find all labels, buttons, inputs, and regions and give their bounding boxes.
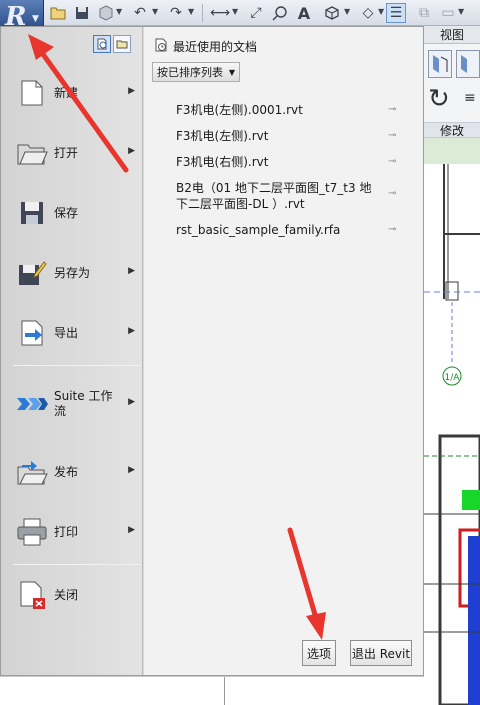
menu-item-publish[interactable]: 发布 ▶ [9,448,141,496]
application-menu: 新建 ▶ 打开 ▶ 保存 另存为 ▶ 导出 ▶ Suite 工作流 ▶ 发布 ▶… [0,26,424,676]
thin-lines-icon[interactable]: ☰ [386,3,406,23]
3d-view-icon[interactable] [322,3,342,23]
menu-item-open[interactable]: 打开 ▶ [9,129,141,177]
export-icon [15,316,49,350]
sync-icon[interactable] [96,3,116,23]
menu-item-close[interactable]: 关闭 [9,571,141,619]
menu-item-print[interactable]: 打印 ▶ [9,508,141,556]
sort-order-value: 按已排序列表 [157,66,223,79]
menu-item-label: 打开 [54,145,79,160]
submenu-arrow-icon: ▶ [128,465,135,475]
tab-view[interactable]: 视图 [424,26,480,44]
status-area [0,676,424,705]
view-divider [224,677,225,705]
ribbon-panel: 视图 ↻ ≡ 修改 [424,26,480,164]
floor-plan-drawing: 1/A [424,164,480,705]
menu-item-label: 另存为 [54,265,91,280]
pin-icon[interactable]: ⊸ [388,104,396,115]
pin-icon[interactable]: ⊸ [388,156,396,167]
open-folder-icon [15,136,49,170]
menu-item-label: 打印 [54,524,79,539]
drawing-canvas[interactable]: 1/A [424,164,480,705]
save-disk-icon [15,196,49,230]
menu-divider [13,564,141,565]
submenu-arrow-icon: ▶ [128,397,135,407]
text-icon[interactable]: A [294,3,314,23]
pin-icon[interactable]: ⊸ [388,224,396,235]
menu-item-save[interactable]: 保存 [9,189,141,237]
open-icon[interactable] [48,3,68,23]
pin-icon[interactable]: ⊸ [388,188,396,199]
align-icon[interactable]: ≡ [464,90,476,106]
undo-icon[interactable]: ↶ [130,3,150,23]
grid-bubble-label: 1/A [445,373,461,383]
section-icon[interactable]: ◇ [358,3,378,23]
recent-documents-icon [154,38,168,55]
rotate-icon[interactable]: ↻ [428,84,450,114]
menu-item-label: Suite 工作流 [54,389,113,418]
save-as-icon [15,256,49,290]
recent-document-item[interactable]: rst_basic_sample_family.rfa [176,222,406,238]
options-bar [424,138,480,164]
menu-item-label: 关闭 [54,587,79,602]
recent-documents-header: 最近使用的文档 [154,38,257,55]
submenu-arrow-icon: ▶ [128,525,135,535]
submenu-arrow-icon: ▶ [128,326,135,336]
recent-view-toggle [93,35,131,53]
undo-dropdown-icon[interactable]: ▼ [152,7,158,16]
suite-workflow-icon [15,387,49,421]
tag-icon[interactable] [270,3,290,23]
menu-item-label: 导出 [54,325,79,340]
close-hidden-windows-icon[interactable]: ⧉ [414,3,434,23]
switch-windows-dropdown-icon[interactable]: ▼ [458,7,464,16]
quick-access-toolbar: ▼ ↶ ▼ ↷ ▼ ⟷ ▼ ⤢ A ▼ ◇ ▼ ☰ ⧉ ▭ ▼ [0,0,480,26]
save-icon[interactable] [72,3,92,23]
menu-item-label: 新建 [54,85,79,100]
options-button[interactable]: 选项 [302,640,336,666]
redo-dropdown-icon[interactable]: ▼ [188,7,194,16]
dimension-icon[interactable]: ⤢ [246,3,266,23]
switch-windows-icon[interactable]: ▭ [438,3,458,23]
measure-icon[interactable]: ⟷ [210,3,230,23]
recent-documents-title: 最近使用的文档 [173,40,258,54]
3d-view-dropdown-icon[interactable]: ▼ [344,7,350,16]
menu-item-label: 发布 [54,464,79,479]
chevron-down-icon: ▼ [228,68,235,77]
print-icon [15,515,49,549]
menu-item-new[interactable]: 新建 ▶ [9,69,141,117]
publish-icon [15,455,49,489]
submenu-arrow-icon: ▶ [128,86,135,96]
measure-dropdown-icon[interactable]: ▼ [232,7,238,16]
menu-item-export[interactable]: 导出 ▶ [9,309,141,357]
submenu-arrow-icon: ▶ [128,146,135,156]
recent-document-item[interactable]: F3机电(左侧).0001.rvt [176,102,406,118]
sort-order-dropdown[interactable]: 按已排序列表 ▼ [152,62,240,82]
toolbar-divider [202,4,203,22]
menu-item-suite-workflow[interactable]: Suite 工作流 ▶ [9,380,141,428]
sync-dropdown-icon[interactable]: ▼ [116,7,122,16]
modify-tool-icon[interactable] [428,50,452,78]
menu-item-save-as[interactable]: 另存为 ▶ [9,249,141,297]
recent-document-item[interactable]: F3机电(右侧).rvt [176,154,406,170]
redo-icon[interactable]: ↷ [166,3,186,23]
chevron-down-icon: ▼ [32,14,39,24]
panel-modify-label: 修改 [424,122,480,138]
new-file-icon [15,76,49,110]
section-dropdown-icon[interactable]: ▼ [378,7,384,16]
recent-document-item[interactable]: F3机电(左侧).rvt [176,128,406,144]
recent-document-item[interactable]: B2电（01 地下二层平面图_t7_t3 地下二层平面图-DL ）.rvt [176,180,380,212]
menu-command-list: 新建 ▶ 打开 ▶ 保存 另存为 ▶ 导出 ▶ Suite 工作流 ▶ 发布 ▶… [1,27,143,675]
copy-tool-icon[interactable] [456,50,480,78]
menu-item-label: 保存 [54,205,79,220]
recent-documents-icon[interactable] [93,35,111,53]
menu-divider [13,365,141,366]
submenu-arrow-icon: ▶ [128,266,135,276]
close-file-icon [15,578,49,612]
exit-revit-button[interactable]: 退出 Revit [350,640,412,666]
pin-icon[interactable]: ⊸ [388,130,396,141]
recent-documents-panel: 最近使用的文档 按已排序列表 ▼ F3机电(左侧).0001.rvt ⊸ F3机… [144,27,423,675]
open-documents-icon[interactable] [113,35,131,53]
